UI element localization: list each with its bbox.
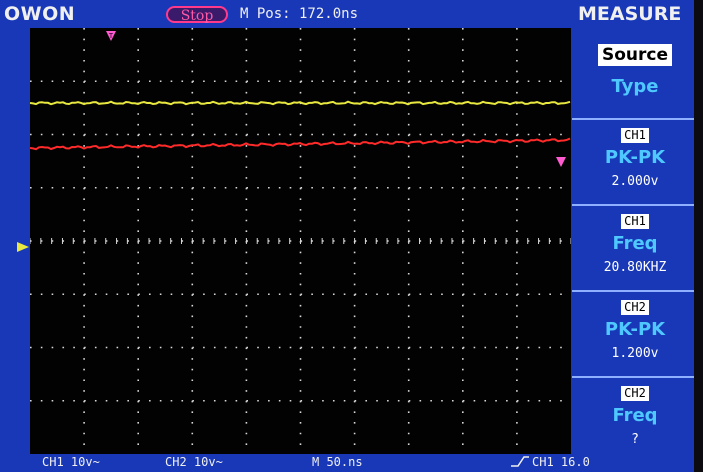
screen-bezel bbox=[694, 0, 703, 472]
measurement-value: 20.80KHZ bbox=[603, 260, 667, 275]
ch2-waveform bbox=[30, 137, 571, 151]
measurement-type: Freq bbox=[612, 405, 658, 426]
measurement-type: Freq bbox=[612, 233, 658, 254]
measurement-slot-3[interactable]: CH2 PK-PK 1.200v bbox=[572, 290, 698, 376]
measurement-channel: CH2 bbox=[621, 386, 649, 401]
measurement-channel: CH1 bbox=[621, 214, 649, 229]
run-state-badge[interactable]: Stop bbox=[166, 6, 228, 24]
ch2-scale-readout: CH2 10v~ bbox=[165, 455, 223, 469]
main-position-readout: M Pos: 172.0ns bbox=[240, 6, 359, 22]
measurement-value: 2.000v bbox=[611, 174, 659, 189]
timebase-readout: M 50.ns bbox=[312, 455, 363, 469]
trigger-position-marker: T bbox=[105, 30, 117, 42]
trigger-edge-icon bbox=[510, 455, 532, 469]
menu-title: MEASURE bbox=[578, 3, 682, 25]
measurement-slot-2[interactable]: CH1 Freq 20.80KHZ bbox=[572, 204, 698, 290]
measurement-channel: CH2 bbox=[621, 300, 649, 315]
trigger-readout: CH1 16.0 bbox=[510, 455, 590, 469]
waveform-display bbox=[30, 28, 571, 454]
trigger-value: CH1 16.0 bbox=[532, 455, 590, 469]
measure-menu-panel: Source Type CH1 PK-PK 2.000v CH1 Freq 20… bbox=[572, 28, 698, 472]
source-button[interactable]: Source bbox=[597, 44, 673, 66]
oscilloscope-screen: OWON Stop M Pos: 172.0ns MEASURE T Sourc… bbox=[0, 0, 703, 472]
source-type-block[interactable]: Source Type bbox=[572, 28, 698, 118]
measurement-slot-4[interactable]: CH2 Freq ? bbox=[572, 376, 698, 462]
type-button[interactable]: Type bbox=[572, 76, 698, 97]
brand-logo: OWON bbox=[4, 3, 76, 25]
waveform-grid bbox=[30, 28, 571, 454]
measurement-type: PK-PK bbox=[604, 319, 666, 340]
measurement-value: ? bbox=[631, 432, 639, 447]
measurement-value: 1.200v bbox=[611, 346, 659, 361]
measurement-channel: CH1 bbox=[621, 128, 649, 143]
ch2-trigger-level-marker bbox=[555, 153, 567, 167]
measurement-type: PK-PK bbox=[604, 147, 666, 168]
measurement-slot-1[interactable]: CH1 PK-PK 2.000v bbox=[572, 118, 698, 204]
ch1-ground-marker bbox=[16, 238, 30, 252]
ch1-scale-readout: CH1 10v~ bbox=[42, 455, 100, 469]
